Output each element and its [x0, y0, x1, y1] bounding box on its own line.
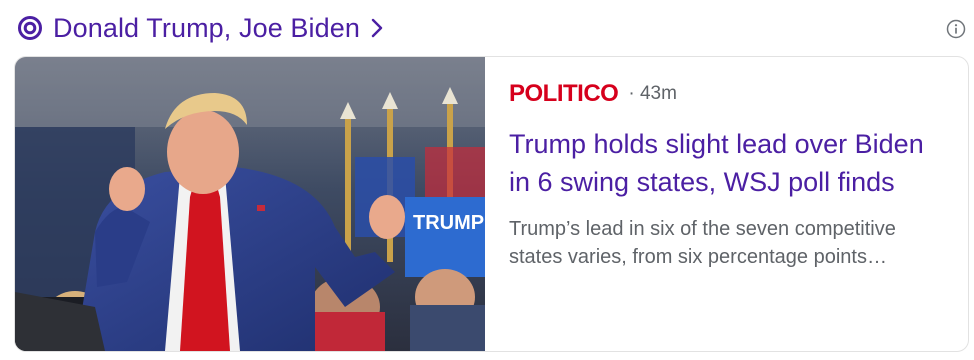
topic-header: Donald Trump, Joe Biden	[0, 0, 974, 56]
article-content: POLITICO · 43m Trump holds slight lead o…	[509, 79, 949, 271]
topic-title: Donald Trump, Joe Biden	[53, 12, 360, 43]
chevron-right-icon	[370, 17, 384, 39]
source-row: POLITICO · 43m	[509, 79, 949, 109]
news-card[interactable]: TRUMP 2024	[14, 56, 969, 352]
source-logo: POLITICO	[509, 80, 619, 107]
article-snippet: Trump’s lead in six of the seven competi…	[509, 218, 896, 268]
info-icon[interactable]	[946, 19, 966, 39]
topic-circle-icon	[17, 15, 43, 41]
sign-text: TRUMP 2024	[413, 212, 485, 234]
article-time: · 43m	[628, 83, 677, 104]
article-thumbnail: TRUMP 2024	[15, 57, 485, 351]
topic-link[interactable]: Donald Trump, Joe Biden	[17, 10, 384, 46]
article-headline[interactable]: Trump holds slight lead over Biden in 6 …	[509, 125, 949, 201]
